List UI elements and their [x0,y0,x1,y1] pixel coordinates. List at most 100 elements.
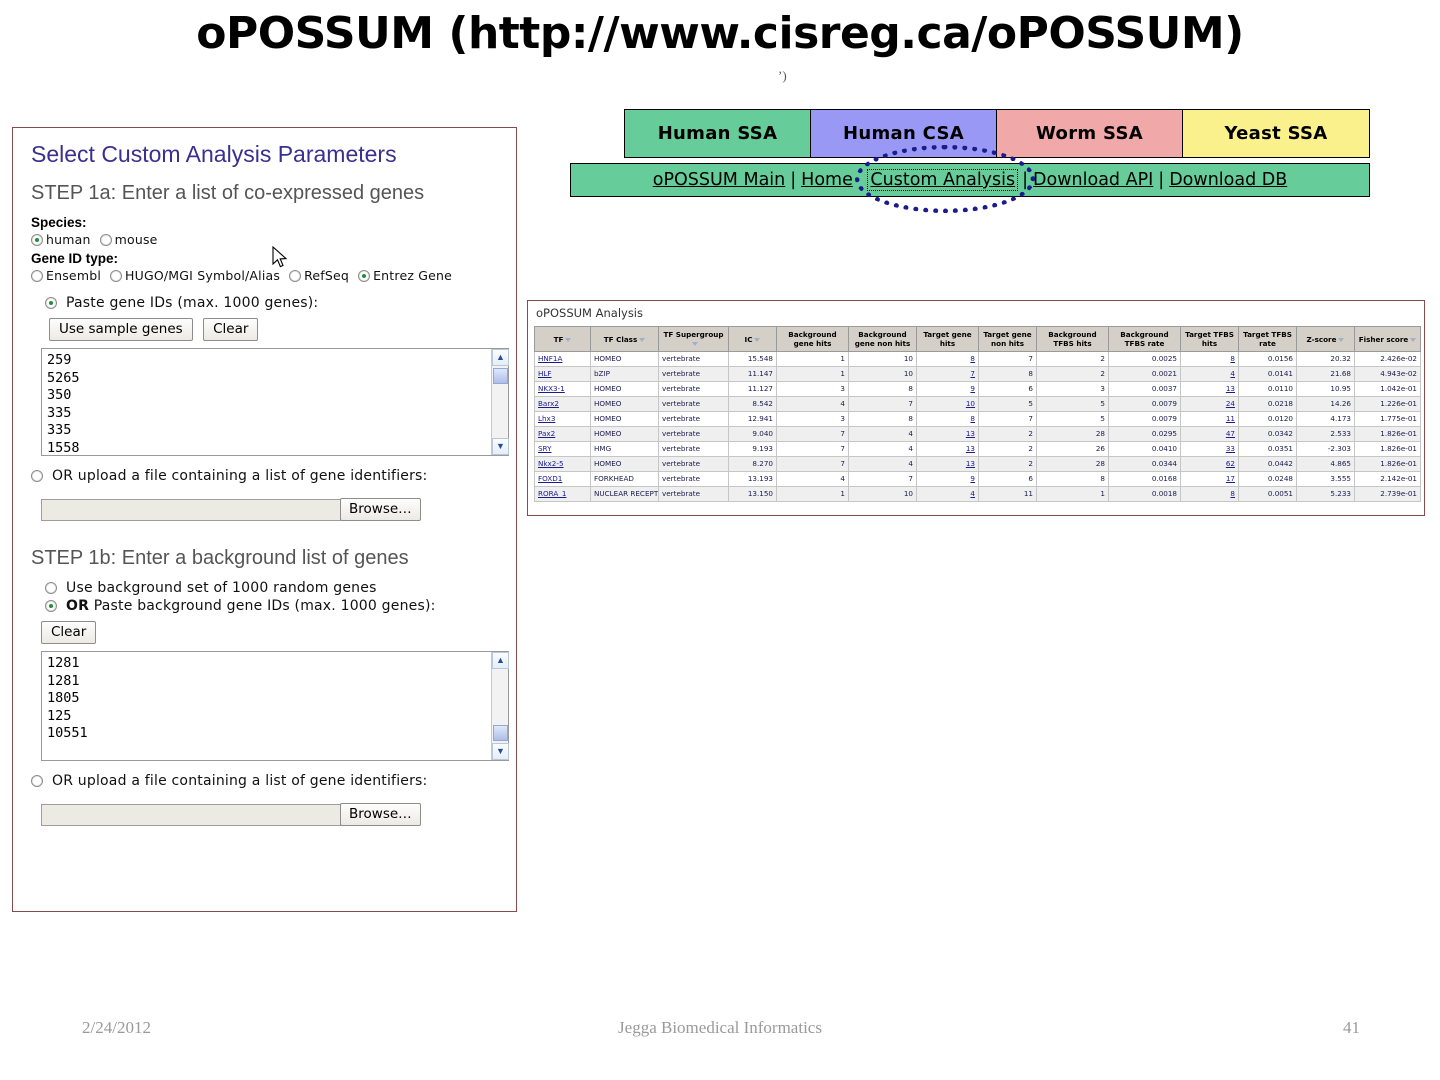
cell-tf[interactable]: Barx2 [534,396,591,412]
sort-icon[interactable] [754,337,761,342]
link-target-gene-hits[interactable]: 13 [966,444,975,453]
radio-icon[interactable] [45,582,57,594]
radio-icon[interactable] [45,600,57,612]
col-target-tfbs-rate[interactable]: Target TFBS rate [1238,326,1297,352]
sort-icon[interactable] [565,337,572,342]
cell-tf[interactable]: SRY [534,441,591,457]
cell-tf[interactable]: Nkx2-5 [534,456,591,472]
nav-link-download-api[interactable]: Download API [1033,170,1153,190]
nav-link-custom-analysis[interactable]: Custom Analysis [867,169,1019,191]
cell-tf[interactable]: Lhx3 [534,411,591,427]
link-tf[interactable]: RORA_1 [538,489,566,498]
gene-ids-scrollbar[interactable]: ▲ ▼ [491,349,509,455]
gene-file-input[interactable] [41,498,341,521]
link-target-tfbs-hits[interactable]: 33 [1226,444,1235,453]
tab-human-ssa[interactable]: Human SSA [625,110,811,157]
gene-id-option-ensembl[interactable]: Ensembl [31,268,101,283]
link-target-gene-hits[interactable]: 8 [970,414,975,423]
col-fisher-score[interactable]: Fisher score [1354,326,1421,352]
col-tf-class[interactable]: TF Class [590,326,659,352]
sort-icon[interactable] [1338,337,1345,342]
link-tf[interactable]: SRY [538,444,552,453]
background-ids-scrollbar[interactable]: ▲ ▼ [491,652,509,760]
gene-id-option-entrez[interactable]: Entrez Gene [358,268,452,283]
col-target-gene-hits[interactable]: Target gene hits [916,326,979,352]
link-target-tfbs-hits[interactable]: 17 [1226,474,1235,483]
cell-target-tfbs-hits[interactable]: 8 [1180,351,1239,367]
cell-target-gene-hits[interactable]: 13 [916,426,979,442]
link-tf[interactable]: HNF1A [538,354,562,363]
scroll-down-icon[interactable]: ▼ [492,743,509,760]
link-target-tfbs-hits[interactable]: 24 [1226,399,1235,408]
cell-target-gene-hits[interactable]: 8 [916,411,979,427]
cell-tf[interactable]: NKX3-1 [534,381,591,397]
link-target-tfbs-hits[interactable]: 47 [1226,429,1235,438]
cell-tf[interactable]: Pax2 [534,426,591,442]
link-target-gene-hits[interactable]: 9 [970,474,975,483]
bg-upload-file-option[interactable]: OR upload a file containing a list of ge… [31,773,427,789]
link-target-tfbs-hits[interactable]: 13 [1226,384,1235,393]
background-ids-textarea[interactable]: 1281 1281 1805 125 10551 ▲ ▼ [41,651,509,761]
clear-genes-button[interactable]: Clear [203,318,259,341]
cell-target-tfbs-hits[interactable]: 13 [1180,381,1239,397]
link-target-tfbs-hits[interactable]: 11 [1226,414,1235,423]
cell-target-gene-hits[interactable]: 4 [916,486,979,502]
link-tf[interactable]: Lhx3 [538,414,555,423]
link-target-gene-hits[interactable]: 9 [970,384,975,393]
radio-icon[interactable] [110,269,123,282]
cell-target-gene-hits[interactable]: 9 [916,471,979,487]
link-target-tfbs-hits[interactable]: 4 [1230,369,1235,378]
col-bg-gene-hits[interactable]: Background gene hits [776,326,849,352]
col-z-score[interactable]: Z-score [1296,326,1355,352]
cell-target-tfbs-hits[interactable]: 47 [1180,426,1239,442]
sort-icon[interactable] [639,337,646,342]
radio-icon[interactable] [31,233,43,246]
cell-target-tfbs-hits[interactable]: 17 [1180,471,1239,487]
nav-link-home[interactable]: Home [801,170,853,190]
background-file-input[interactable] [41,803,341,826]
radio-icon[interactable] [31,269,43,282]
sort-icon[interactable] [691,342,698,346]
link-target-gene-hits[interactable]: 13 [966,459,975,468]
col-ic[interactable]: IC [728,326,777,352]
scroll-down-icon[interactable]: ▼ [492,438,509,455]
col-target-tfbs-hits[interactable]: Target TFBS hits [1180,326,1239,352]
cell-target-tfbs-hits[interactable]: 24 [1180,396,1239,412]
nav-link-opossum-main[interactable]: oPOSSUM Main [653,170,786,190]
scrollbar-thumb[interactable] [493,725,508,741]
bg-paste-option[interactable]: OR Paste background gene IDs (max. 1000 … [45,598,436,614]
link-tf[interactable]: NKX3-1 [538,384,565,393]
cell-target-tfbs-hits[interactable]: 4 [1180,366,1239,382]
cell-target-tfbs-hits[interactable]: 8 [1180,486,1239,502]
col-tf[interactable]: TF [534,326,591,352]
link-target-tfbs-hits[interactable]: 62 [1226,459,1235,468]
link-target-tfbs-hits[interactable]: 8 [1230,489,1235,498]
cell-target-tfbs-hits[interactable]: 33 [1180,441,1239,457]
link-target-gene-hits[interactable]: 8 [970,354,975,363]
link-target-gene-hits[interactable]: 10 [966,399,975,408]
radio-icon[interactable] [99,233,112,246]
link-tf[interactable]: Nkx2-5 [538,459,564,468]
cell-tf[interactable]: HLF [534,366,591,382]
gene-id-option-refseq[interactable]: RefSeq [289,268,349,283]
radio-icon[interactable] [31,470,43,482]
cell-target-gene-hits[interactable]: 7 [916,366,979,382]
upload-gene-file-option[interactable]: OR upload a file containing a list of ge… [31,468,427,484]
col-bg-tfbs-hits[interactable]: Background TFBS hits [1036,326,1109,352]
cell-target-gene-hits[interactable]: 8 [916,351,979,367]
link-target-gene-hits[interactable]: 7 [970,369,975,378]
species-option-human[interactable]: human [31,232,91,247]
radio-icon[interactable] [289,269,302,282]
cell-target-gene-hits[interactable]: 13 [916,456,979,472]
clear-background-button[interactable]: Clear [41,621,97,644]
cell-tf[interactable]: FOXD1 [534,471,591,487]
tab-yeast-ssa[interactable]: Yeast SSA [1183,110,1369,157]
cell-tf[interactable]: RORA_1 [534,486,591,502]
tab-worm-ssa[interactable]: Worm SSA [997,110,1183,157]
link-target-tfbs-hits[interactable]: 8 [1230,354,1235,363]
scroll-up-icon[interactable]: ▲ [492,652,509,669]
nav-link-download-db[interactable]: Download DB [1169,170,1287,190]
cell-target-gene-hits[interactable]: 9 [916,381,979,397]
col-target-gene-non-hits[interactable]: Target gene non hits [978,326,1037,352]
cell-tf[interactable]: HNF1A [534,351,591,367]
